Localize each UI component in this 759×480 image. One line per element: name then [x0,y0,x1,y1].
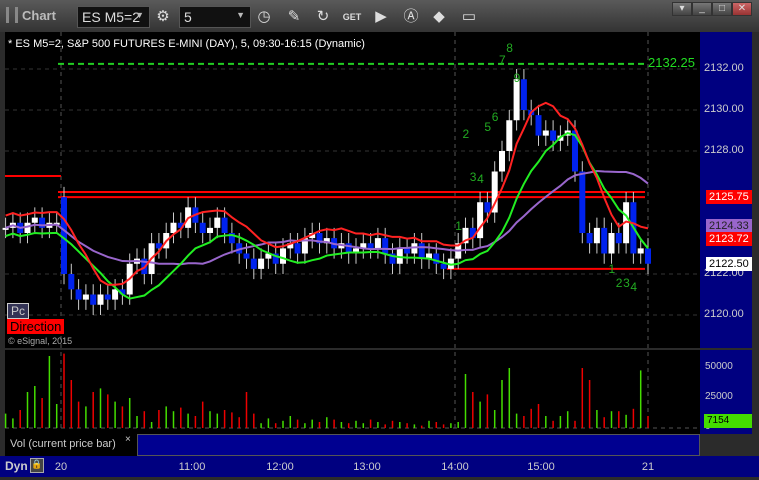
sequence-label: 2 [615,276,623,291]
sequence-label: 4 [477,171,484,186]
time-tick-label: 21 [641,461,655,473]
candle-body [243,253,250,259]
time-tick-label: 12:00 [266,461,294,473]
candle-body [404,248,411,254]
candle-body [382,238,389,254]
sequence-label: 6 [491,110,499,125]
chart-header: * ES M5=2, S&P 500 FUTURES E-MINI (DAY),… [8,38,365,50]
candle-body [440,263,447,269]
time-tick-label: 15:00 [527,461,555,473]
sequence-label: 3 [469,169,477,184]
price-tag: 2122.50 [706,256,752,271]
candle-body [207,227,213,233]
price-tick-label: 2128.00 [704,144,744,156]
candle-body [535,115,542,136]
candle-body [68,274,75,290]
candle-body [550,130,557,141]
time-tick-label: 14:00 [441,461,469,473]
candle-body [250,258,257,269]
candle-body [221,217,228,233]
candle-body [374,238,381,249]
pc-badge[interactable]: Pc [7,303,30,319]
chart-graphics [2,32,700,430]
candle-body [637,248,644,254]
time-tick-label: 11:00 [178,461,206,473]
candle-body [97,294,104,305]
candle-body [506,120,513,151]
price-tick-label: 2120.00 [704,308,744,320]
price-tick-label: 2130.00 [704,103,744,115]
candle-body [39,217,46,228]
sequence-label: 1 [608,261,616,276]
candle-body [170,222,177,233]
candle-body [294,243,301,254]
candle-body [112,289,119,300]
candle-body [520,79,527,110]
candle-body [280,248,286,264]
price-tick-label: 2132.00 [704,62,744,74]
volume-tick-label: 25000 [705,391,733,402]
candle-body [593,227,600,244]
candle-body [579,171,586,233]
current-volume-tag: 7154 [704,414,752,428]
sequence-label: 8 [506,40,513,55]
sequence-label: 1 [455,218,462,233]
sequence-label: 4 [630,280,638,295]
candle-body [104,294,111,300]
price-tag: 2125.75 [706,190,752,205]
copyright: © eSignal, 2015 [8,336,73,346]
candle-body [513,79,520,121]
candle-body [82,294,89,300]
candle-body [90,294,97,305]
candle-body [477,202,484,239]
candle-body [615,233,622,244]
sequence-label: 3 [623,276,630,291]
candle-body [601,227,608,254]
target-price-label: 2132.25 [648,54,695,70]
time-tick-label: 20 [54,461,68,473]
candle-body [645,248,651,264]
volume-tick-label: 50000 [705,361,733,372]
sequence-label: 7 [499,52,506,67]
candle-body [258,258,265,269]
sequence-label: 9 [513,71,521,86]
sequence-label: 5 [484,120,492,135]
candle-body [586,233,593,244]
candle-body [75,289,82,300]
candle-body [31,217,38,223]
candle-body [214,217,221,228]
candle-body [367,243,374,249]
candle-body [542,130,549,136]
price-tag: 2123.72 [706,231,752,246]
candle-body [499,151,505,172]
time-tick-label: 13:00 [353,461,381,473]
candle-body [484,202,491,213]
sequence-label: 2 [462,126,470,141]
candle-body [199,222,206,233]
candle-body [608,233,615,254]
direction-badge[interactable]: Direction [7,319,65,334]
candle-body [418,243,425,259]
red-average-line [5,101,649,286]
